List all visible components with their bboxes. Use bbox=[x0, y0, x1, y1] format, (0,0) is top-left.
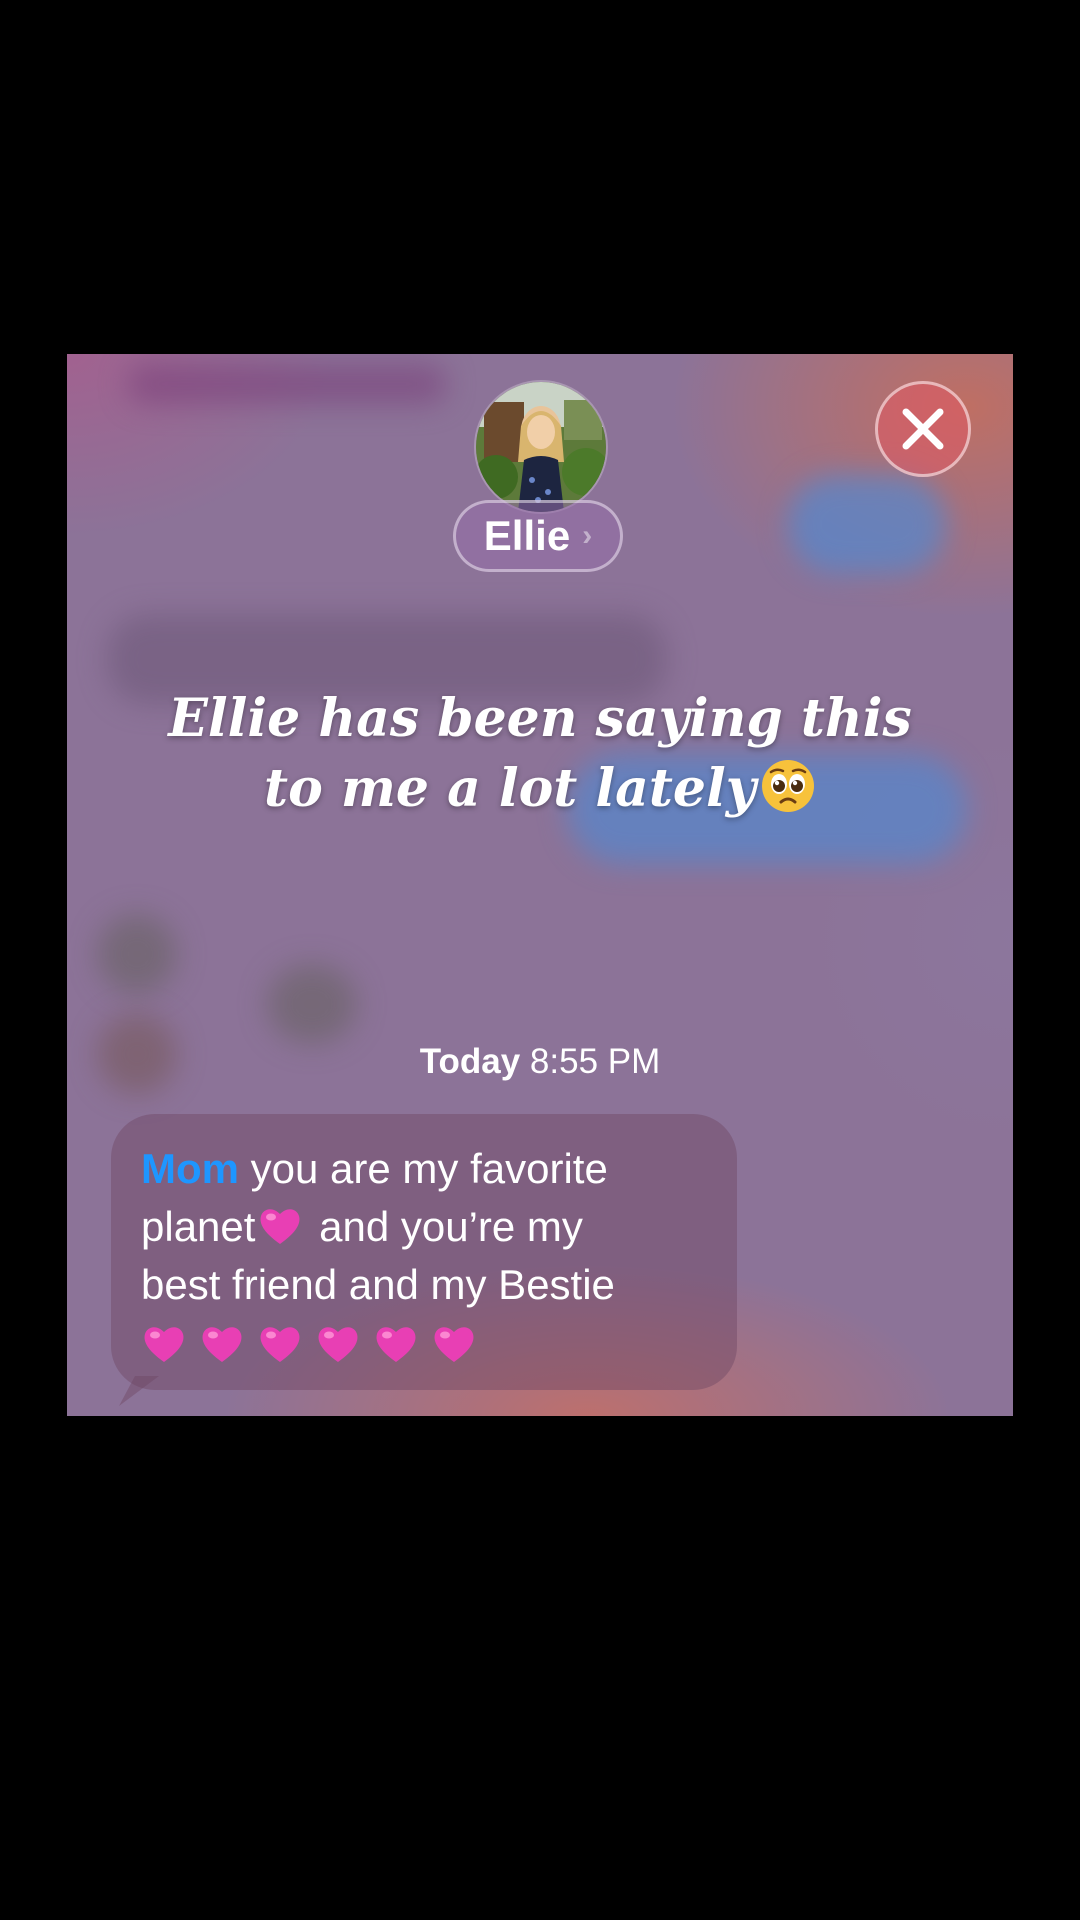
message-line: Mom you are my favorite bbox=[141, 1140, 713, 1198]
contact-photo-icon bbox=[476, 382, 606, 512]
message-bubble-tail bbox=[119, 1376, 159, 1406]
pink-heart-icon bbox=[202, 1327, 242, 1362]
background-blur bbox=[787, 474, 947, 574]
contact-name: Ellie bbox=[483, 512, 571, 559]
timestamp-time: 8:55 PM bbox=[529, 1042, 661, 1081]
pleading-face-emoji-icon bbox=[761, 760, 814, 812]
pink-heart-icon bbox=[376, 1327, 416, 1362]
contact-avatar[interactable] bbox=[474, 380, 608, 514]
pink-heart-icon bbox=[144, 1327, 184, 1362]
caption-line-1: Ellie has been saying this bbox=[168, 688, 912, 749]
background-blur bbox=[267, 964, 357, 1044]
contact-name-button[interactable]: Ellie › bbox=[453, 500, 623, 572]
pink-heart-icon bbox=[260, 1209, 300, 1244]
pink-heart-icon bbox=[318, 1327, 358, 1362]
message-line: best friend and my Bestie bbox=[141, 1261, 615, 1308]
close-x-icon bbox=[902, 408, 944, 450]
caption-line-2-text: to me a lot lately bbox=[264, 758, 756, 819]
message-text: planet bbox=[141, 1203, 256, 1250]
mention-name: Mom bbox=[141, 1145, 239, 1192]
close-button[interactable] bbox=[875, 381, 971, 477]
hearts-row bbox=[141, 1316, 713, 1374]
pink-heart-icon bbox=[434, 1327, 474, 1362]
message-preview-card: Ellie › Ellie has been saying this to me… bbox=[67, 354, 1013, 1416]
message-bubble[interactable]: Mom you are my favorite planet and you’r… bbox=[111, 1114, 737, 1390]
message-timestamp: Today 8:55 PM bbox=[67, 1042, 1013, 1082]
overlay-caption: Ellie has been saying this to me a lot l… bbox=[107, 684, 973, 824]
caption-line-2: to me a lot lately bbox=[107, 754, 973, 824]
pink-heart-icon bbox=[260, 1327, 300, 1362]
timestamp-day: Today bbox=[419, 1042, 521, 1081]
message-text: you are my favorite bbox=[239, 1145, 608, 1192]
background-blur bbox=[97, 914, 177, 994]
message-line: planet and you’re my bbox=[141, 1198, 713, 1256]
background-blur bbox=[127, 364, 447, 404]
message-text: and you’re my bbox=[307, 1203, 583, 1250]
chevron-right-icon: › bbox=[582, 519, 593, 552]
